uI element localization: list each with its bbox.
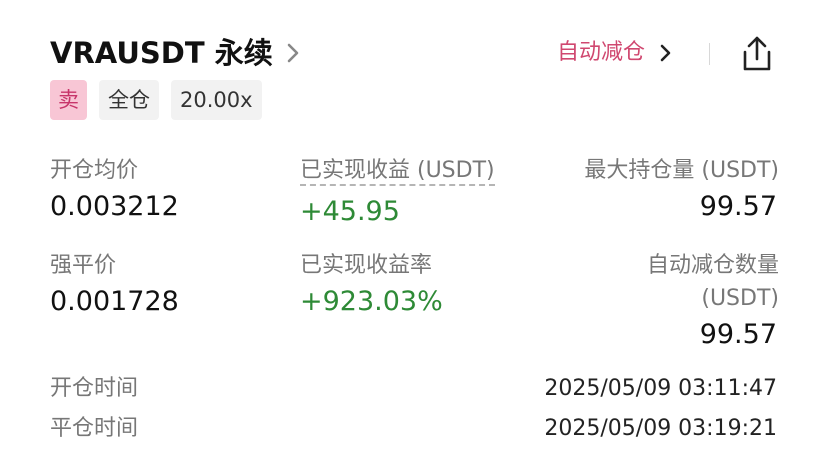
adl-quantity-unit: (USDT): [701, 286, 779, 311]
open-time-value: 2025/05/09 03:11:47: [544, 376, 777, 401]
realized-pnl-label[interactable]: 已实现收益 (USDT): [300, 158, 495, 186]
adl-quantity-label: 自动减仓数量: [646, 253, 779, 278]
position-tags: 卖 全仓 20.00x: [50, 80, 262, 120]
margin-mode-badge: 全仓: [99, 80, 159, 120]
liquidation-price-label: 强平价: [50, 253, 117, 278]
position-detail-card: VRAUSDT 永续 自动减仓 卖 全仓 20.00x 开仓均价 0.00321…: [0, 0, 829, 465]
share-icon[interactable]: [738, 34, 776, 74]
open-time-label: 开仓时间: [50, 376, 139, 401]
auto-deleverage-link[interactable]: 自动减仓: [557, 36, 673, 70]
leverage-badge: 20.00x: [171, 80, 262, 120]
realized-pnl-value: +45.95: [300, 196, 400, 227]
chevron-right-icon[interactable]: [284, 42, 302, 64]
entry-price-label: 开仓均价: [50, 158, 139, 183]
header-divider: [709, 43, 710, 65]
realized-pnl-rate-value: +923.03%: [300, 286, 443, 317]
max-position-value: 99.57: [699, 191, 777, 222]
close-time-value: 2025/05/09 03:19:21: [544, 416, 777, 441]
realized-pnl-rate-label: 已实现收益率: [300, 253, 433, 278]
adl-quantity-value: 99.57: [699, 319, 777, 350]
auto-deleverage-label: 自动减仓: [557, 40, 646, 65]
max-position-label: 最大持仓量 (USDT): [584, 158, 779, 183]
realized-pnl-label-wrap[interactable]: 已实现收益 (USDT): [300, 156, 495, 186]
side-badge: 卖: [50, 80, 87, 120]
close-time-label: 平仓时间: [50, 416, 139, 441]
chevron-right-icon: [660, 44, 671, 62]
entry-price-value: 0.003212: [50, 191, 179, 222]
liquidation-price-value: 0.001728: [50, 286, 179, 317]
symbol-title[interactable]: VRAUSDT 永续: [50, 34, 273, 72]
